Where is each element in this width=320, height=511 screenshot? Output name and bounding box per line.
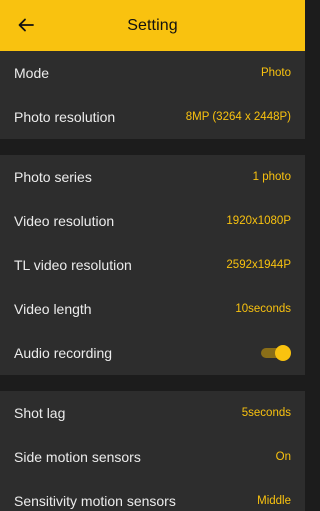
toggle-thumb (275, 345, 291, 361)
setting-value: 5seconds (241, 407, 291, 419)
settings-group-media: Photo series 1 photo Video resolution 19… (0, 155, 305, 375)
app-header: Setting (0, 0, 305, 51)
setting-audio-recording: Audio recording (0, 331, 305, 375)
setting-value: Middle (257, 495, 291, 507)
back-button[interactable] (14, 13, 38, 37)
setting-value: On (275, 451, 291, 463)
setting-label: TL video resolution (14, 257, 132, 273)
setting-sensitivity-motion-sensors[interactable]: Sensitivity motion sensors Middle (0, 479, 305, 511)
setting-label: Audio recording (14, 345, 113, 361)
arrow-left-icon (18, 18, 34, 32)
setting-value: 1920x1080P (226, 215, 291, 227)
settings-screen: Setting Mode Photo Photo resolution 8MP … (0, 0, 305, 511)
settings-group-sensors: Shot lag 5seconds Side motion sensors On… (0, 391, 305, 511)
setting-label: Photo resolution (14, 109, 116, 125)
setting-label: Video resolution (14, 213, 115, 229)
settings-group-capture: Mode Photo Photo resolution 8MP (3264 x … (0, 51, 305, 139)
setting-video-resolution[interactable]: Video resolution 1920x1080P (0, 199, 305, 243)
setting-value: 1 photo (252, 171, 291, 183)
setting-side-motion-sensors[interactable]: Side motion sensors On (0, 435, 305, 479)
setting-label: Side motion sensors (14, 449, 141, 465)
setting-shot-lag[interactable]: Shot lag 5seconds (0, 391, 305, 435)
setting-video-length[interactable]: Video length 10seconds (0, 287, 305, 331)
setting-label: Video length (14, 301, 92, 317)
setting-mode[interactable]: Mode Photo (0, 51, 305, 95)
setting-label: Mode (14, 65, 50, 81)
setting-tl-video-resolution[interactable]: TL video resolution 2592x1944P (0, 243, 305, 287)
setting-value: 8MP (3264 x 2448P) (185, 111, 291, 123)
setting-label: Photo series (14, 169, 92, 185)
setting-label: Sensitivity motion sensors (14, 493, 176, 509)
setting-value: Photo (260, 67, 291, 79)
setting-value: 2592x1944P (226, 259, 291, 271)
setting-label: Shot lag (14, 405, 66, 421)
setting-value: 10seconds (235, 303, 291, 315)
page-title: Setting (127, 16, 178, 34)
setting-photo-resolution[interactable]: Photo resolution 8MP (3264 x 2448P) (0, 95, 305, 139)
audio-recording-toggle[interactable] (261, 345, 291, 361)
group-divider (0, 375, 305, 391)
group-divider (0, 139, 305, 155)
setting-photo-series[interactable]: Photo series 1 photo (0, 155, 305, 199)
